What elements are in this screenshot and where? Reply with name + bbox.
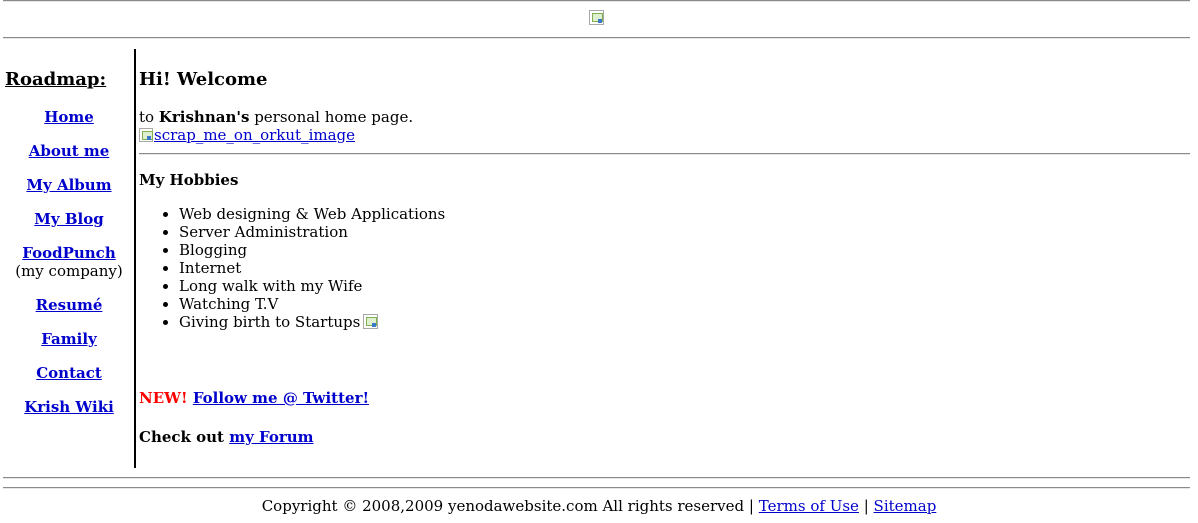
intro-name: Krishnan's — [158, 108, 250, 126]
nav-my-album-link[interactable]: My Album — [26, 176, 111, 194]
list-item: Blogging — [179, 241, 445, 259]
forum-link[interactable]: my Forum — [229, 428, 313, 446]
footer-separator: | — [863, 497, 869, 515]
hobbies-list: Web designing & Web Applications Server … — [139, 205, 445, 335]
list-item-text: Giving birth to Startups — [179, 313, 361, 331]
sitemap-link[interactable]: Sitemap — [874, 497, 937, 515]
banner-broken-image-icon — [589, 10, 604, 25]
twitter-link[interactable]: Follow me @ Twitter! — [193, 389, 369, 407]
list-item: Web designing & Web Applications — [179, 205, 445, 223]
new-badge: NEW! — [139, 389, 188, 407]
nav-foodpunch-link[interactable]: FoodPunch — [22, 244, 115, 262]
nav-contact-link[interactable]: Contact — [36, 364, 102, 382]
content-divider — [139, 153, 1190, 155]
twitter-line: NEW! Follow me @ Twitter! — [139, 389, 369, 407]
header-divider — [3, 37, 1190, 39]
top-divider — [3, 0, 1190, 2]
startups-broken-image-icon — [363, 314, 379, 329]
footer-separator: | — [748, 497, 754, 515]
intro-suffix: personal home page. — [254, 108, 414, 126]
copyright-text: Copyright © 2008,2009 yenodawebsite.com … — [261, 497, 745, 515]
intro-prefix: to — [139, 108, 155, 126]
sidebar: Roadmap: Home About me My Album My Blog … — [0, 49, 136, 468]
forum-line: Check out my Forum — [139, 428, 314, 446]
list-item: Watching T.V — [179, 295, 445, 313]
list-item: Server Administration — [179, 223, 445, 241]
list-item: Internet — [179, 259, 445, 277]
nav-krish-wiki-link[interactable]: Krish Wiki — [24, 398, 114, 416]
orkut-image-link[interactable]: scrap_me_on_orkut_image — [139, 126, 355, 144]
list-item: Giving birth to Startups — [179, 313, 445, 335]
footer: Copyright © 2008,2009 yenodawebsite.com … — [0, 497, 1198, 515]
intro-text: to Krishnan's personal home page. — [139, 108, 413, 126]
footer-divider-bottom — [3, 487, 1190, 489]
hobbies-heading: My Hobbies — [139, 171, 239, 189]
nav-home-link[interactable]: Home — [44, 108, 94, 126]
nav-foodpunch-subtitle: (my company) — [15, 262, 123, 280]
nav-family-link[interactable]: Family — [41, 330, 97, 348]
terms-of-use-link[interactable]: Terms of Use — [759, 497, 859, 515]
orkut-broken-image-icon — [139, 128, 153, 142]
orkut-alt-text: scrap_me_on_orkut_image — [154, 126, 356, 144]
roadmap-title: Roadmap: — [5, 69, 107, 90]
nav-about-me-link[interactable]: About me — [29, 142, 110, 160]
forum-prefix: Check out — [139, 428, 224, 446]
footer-divider-top — [3, 477, 1190, 479]
nav-resume-link[interactable]: Resumé — [36, 296, 103, 314]
nav-my-blog-link[interactable]: My Blog — [34, 210, 103, 228]
welcome-heading: Hi! Welcome — [139, 69, 268, 90]
list-item: Long walk with my Wife — [179, 277, 445, 295]
